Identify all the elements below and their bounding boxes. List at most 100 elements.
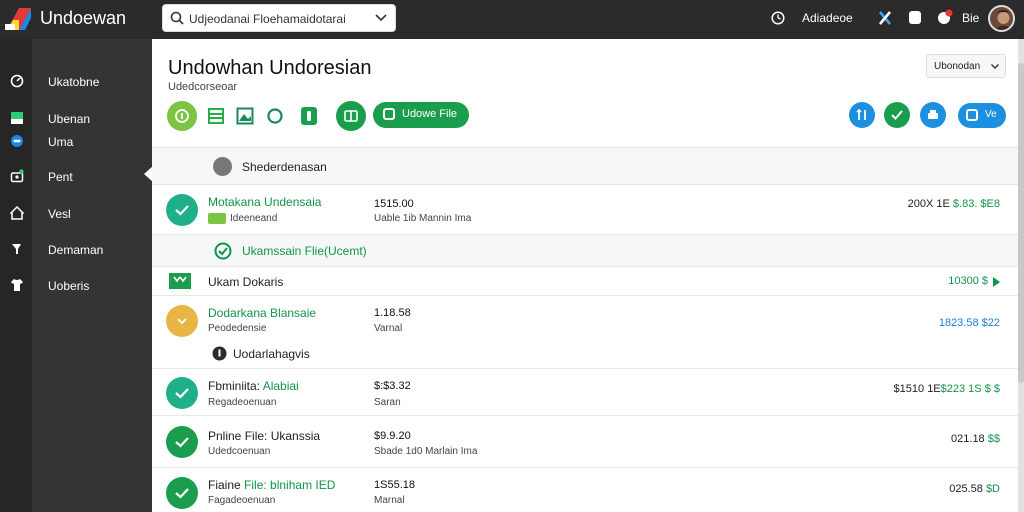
- image-icon[interactable]: [236, 107, 254, 125]
- sidebar-item-label: Uoberis: [48, 279, 90, 293]
- top-menu-label[interactable]: Adiadeoe: [802, 11, 853, 25]
- row-title[interactable]: Pnline File: Ukanssia: [208, 429, 320, 443]
- row-total-colored: 10300 $: [948, 275, 988, 287]
- group-toggle-icon: [213, 157, 232, 176]
- home-icon: [10, 206, 24, 220]
- table-row[interactable]: Motakana Undensaia Ideeneand 1515.00 Uab…: [152, 185, 1018, 235]
- sidebar-item-2[interactable]: Uma: [0, 130, 152, 154]
- puzzle-icon[interactable]: [878, 10, 892, 26]
- status-check-icon: [166, 477, 198, 509]
- row-total-colored: $223 1S $ $: [940, 383, 1000, 395]
- search-icon: [170, 11, 184, 25]
- row-title-prefix: Fbminiita:: [208, 379, 261, 393]
- user-name[interactable]: Bie: [962, 11, 979, 25]
- table-row[interactable]: Dodarkana Blansaie Peodedensie 1.18.58 V…: [152, 296, 1018, 368]
- status-pending-icon: [166, 305, 198, 337]
- add-button[interactable]: [167, 101, 197, 131]
- check-circle-icon: [214, 242, 232, 260]
- row-title[interactable]: Fiaine File: blniham IED: [208, 478, 335, 492]
- row-detail: Uable 1ib Mannin Ima: [374, 213, 472, 224]
- search-box[interactable]: Udjeodanai Floehamaidotarai: [162, 4, 396, 32]
- row-total: 1823.58 $22: [938, 317, 1000, 329]
- table-row[interactable]: Ukam Dokaris 10300 $: [152, 267, 1018, 296]
- chevron-down-icon[interactable]: [375, 13, 387, 23]
- row-total-colored: $.83. $E8: [952, 198, 1000, 210]
- view-button[interactable]: Ve: [958, 103, 1006, 128]
- sidebar-item-6[interactable]: Uoberis: [0, 274, 152, 298]
- tag-icon: [208, 213, 226, 224]
- info-icon: [212, 346, 227, 361]
- avatar[interactable]: [988, 5, 1015, 32]
- search-input[interactable]: Udjeodanai Floehamaidotarai: [189, 12, 369, 26]
- list-icon[interactable]: [207, 107, 225, 125]
- clock-icon[interactable]: [771, 11, 785, 25]
- chevron-down-icon: [991, 64, 999, 69]
- row-title[interactable]: Motakana Undensaia: [208, 195, 321, 209]
- row-title-colored: Alabiai: [262, 379, 299, 393]
- check-icon: [891, 110, 903, 120]
- notification-icon[interactable]: [937, 9, 953, 25]
- flag-icon: [11, 112, 23, 124]
- sidebar-item-5[interactable]: Demaman: [0, 238, 152, 262]
- approve-button[interactable]: [884, 102, 910, 128]
- top-bar: Undoewan Udjeodanai Floehamaidotarai Adi…: [0, 0, 1024, 39]
- group-header[interactable]: Shederdenasan: [152, 147, 1018, 185]
- print-button[interactable]: [920, 102, 946, 128]
- scrollbar-thumb[interactable]: [1018, 63, 1024, 383]
- sidebar-item-1[interactable]: Ubenan: [0, 107, 152, 131]
- app-title[interactable]: Undoewan: [40, 8, 126, 29]
- row-detail: Varnal: [374, 323, 403, 334]
- page-subtitle: Udedcorseoar: [168, 81, 238, 93]
- row-detail: Saran: [374, 397, 401, 408]
- row-title[interactable]: Dodarkana Blansaie: [208, 306, 316, 320]
- folder-button[interactable]: [336, 101, 366, 131]
- row-total-dark: 025.58: [949, 483, 983, 495]
- row-title-colored: File: blniham IED: [244, 478, 336, 492]
- table-row[interactable]: Fiaine File: blniham IED Fagadeoenuan 1S…: [152, 468, 1018, 512]
- document-icon[interactable]: [299, 106, 319, 126]
- row-detail: Marnal: [374, 495, 405, 506]
- sidebar: Ukatobne Ubenan Uma Pent Vesl Demaman Uo…: [0, 39, 152, 512]
- shirt-icon: [11, 279, 23, 291]
- view-button-label: Ve: [985, 109, 997, 120]
- row-meta: Udedcoenuan: [208, 446, 271, 457]
- subgroup-row[interactable]: Ukamssain Flie(Ucemt): [152, 235, 1018, 267]
- row-title[interactable]: Ukam Dokaris: [208, 275, 283, 289]
- table-row[interactable]: Pnline File: Ukanssia Udedcoenuan $9.9.2…: [152, 416, 1018, 468]
- sidebar-item-label: Ukatobne: [48, 75, 100, 89]
- chevron-right-icon[interactable]: [992, 277, 1000, 287]
- row-total: 200X 1E $.83. $E8: [908, 198, 1000, 210]
- upload-file-button[interactable]: Udowe File: [373, 102, 469, 128]
- row-meta: Peodedensie: [208, 323, 267, 334]
- subsection-label: Uodarlahagvis: [233, 347, 310, 361]
- row-total-dark: $1510 1E: [893, 383, 941, 395]
- sort-arrows-icon: [856, 108, 866, 120]
- add-circle-icon: [175, 109, 189, 123]
- row-detail: Sbade 1d0 Marlain Ima: [374, 446, 478, 457]
- subgroup-label: Ukamssain Flie(Ucemt): [242, 244, 367, 258]
- document-icon[interactable]: [909, 11, 921, 24]
- circle-icon[interactable]: [266, 107, 284, 125]
- table-row[interactable]: Fbminiita: Alabiai Regadeoenuan $:$3.32 …: [152, 368, 1018, 416]
- file-icon: [383, 108, 395, 120]
- sidebar-item-3[interactable]: Pent: [0, 165, 152, 189]
- row-title[interactable]: Fbminiita: Alabiai: [208, 379, 299, 393]
- sort-button[interactable]: [849, 102, 875, 128]
- avatar-face-icon: [995, 10, 1012, 30]
- tag-icon: [169, 273, 191, 289]
- status-check-icon: [166, 426, 198, 458]
- scrollbar[interactable]: [1018, 39, 1024, 512]
- row-amount: 1S55.18: [374, 479, 415, 491]
- sidebar-item-0[interactable]: Ukatobne: [0, 70, 152, 94]
- app-logo-icon[interactable]: [5, 6, 33, 32]
- row-meta: Ideeneand: [208, 213, 277, 224]
- row-meta: Fagadeoenuan: [208, 495, 276, 506]
- row-total-colored: $$: [987, 433, 1000, 445]
- sidebar-item-label: Pent: [48, 170, 73, 184]
- row-meta-text: Ideeneand: [230, 213, 278, 224]
- sidebar-item-label: Ubenan: [48, 112, 91, 126]
- sort-dropdown[interactable]: Ubonodan: [926, 54, 1006, 78]
- group-header-label: Shederdenasan: [242, 160, 327, 174]
- sidebar-item-4[interactable]: Vesl: [0, 202, 152, 226]
- row-total-colored: $D: [985, 483, 1000, 495]
